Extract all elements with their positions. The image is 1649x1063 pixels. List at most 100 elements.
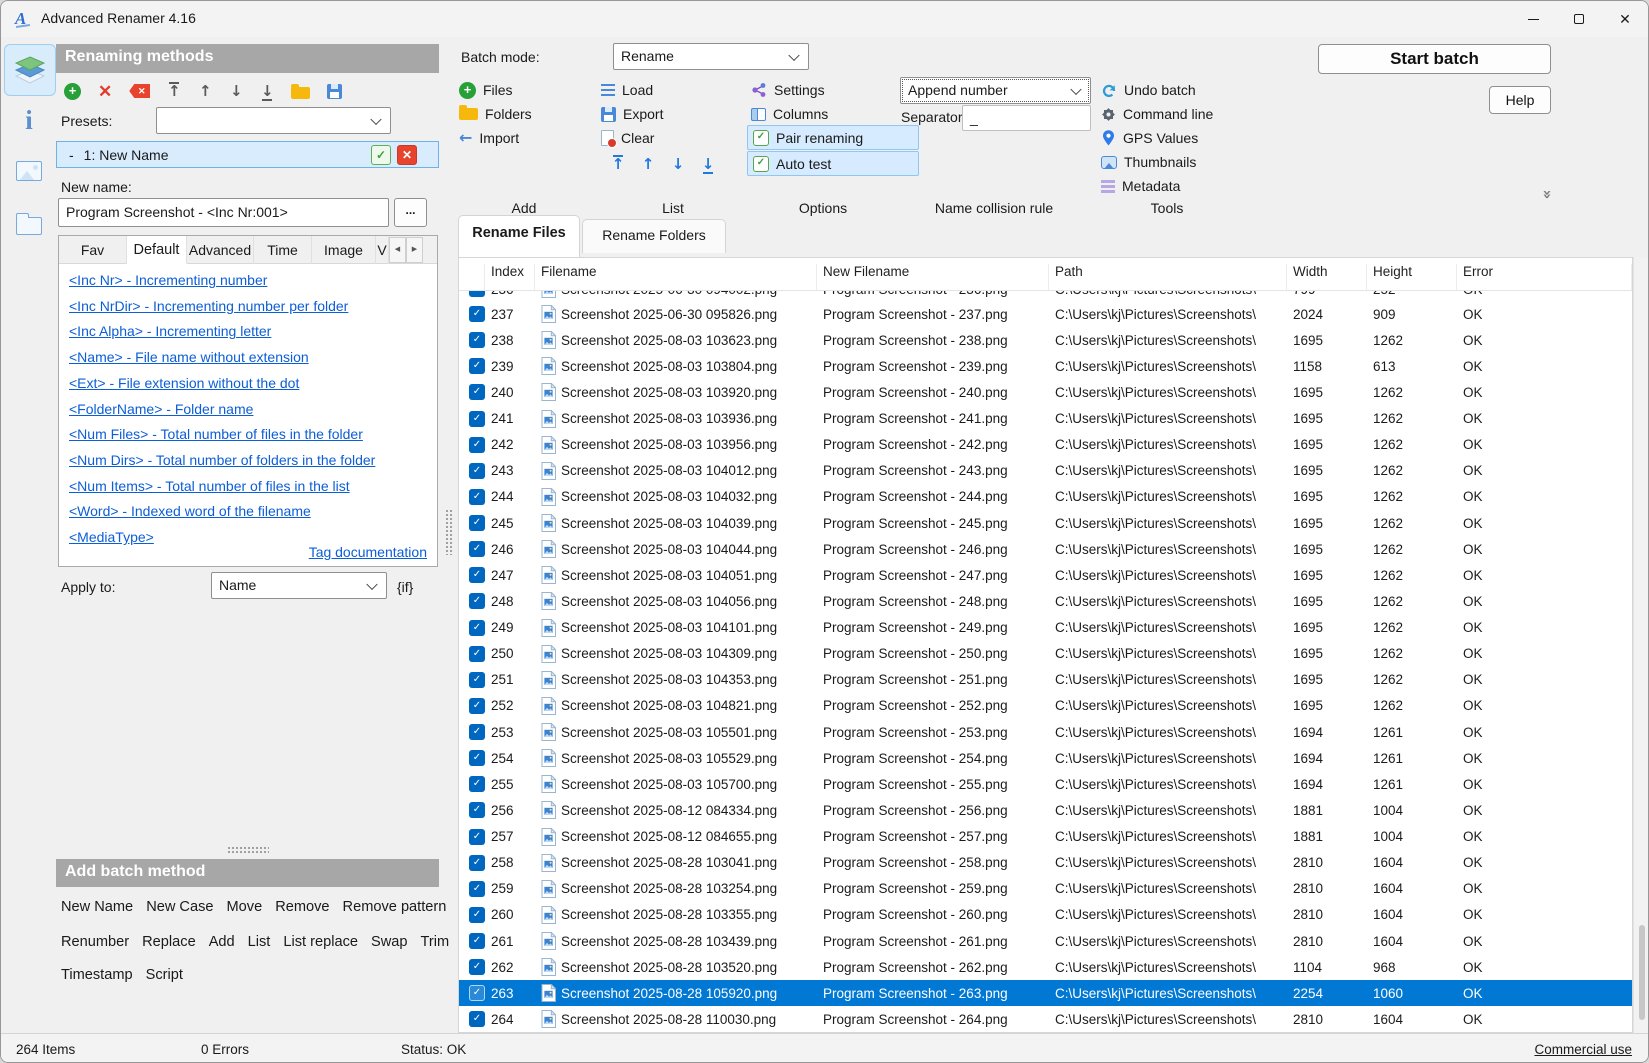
tag-link[interactable]: <Num Files> - Total number of files in t… [69,422,429,448]
table-row[interactable]: ✓264Screenshot 2025-08-28 110030.pngProg… [459,1006,1632,1032]
batch-method-trim[interactable]: Trim [421,934,450,950]
row-checkbox[interactable]: ✓ [469,776,485,792]
table-row[interactable]: ✓243Screenshot 2025-08-03 104012.pngProg… [459,458,1632,484]
batch-method-list[interactable]: List [248,934,271,950]
row-checkbox[interactable]: ✓ [469,437,485,453]
auto-test-toggle[interactable]: ✓Auto test [747,151,919,176]
row-checkbox[interactable]: ✓ [469,802,485,818]
column-header-error[interactable]: Error [1457,264,1632,290]
batch-method-list-replace[interactable]: List replace [283,934,358,950]
row-checkbox[interactable]: ✓ [469,620,485,636]
row-checkbox[interactable]: ✓ [469,541,485,557]
method-collapse-toggle[interactable]: - [69,147,74,163]
column-header-index[interactable]: Index [485,264,535,290]
browse-button[interactable]: ... [394,198,427,227]
column-header-path[interactable]: Path [1049,264,1287,290]
add-folders-button[interactable]: Folders [459,103,532,125]
export-list-button[interactable]: Export [601,103,663,125]
table-row[interactable]: ✓241Screenshot 2025-08-03 103936.pngProg… [459,406,1632,432]
row-checkbox[interactable]: ✓ [469,959,485,975]
method-item-new-name[interactable]: - 1: New Name ✓ ✕ [56,141,439,168]
row-checkbox[interactable]: ✓ [469,306,485,322]
table-row[interactable]: ✓237Screenshot 2025-06-30 095826.pngProg… [459,301,1632,327]
tab-rename-files[interactable]: Rename Files [458,215,580,257]
tag-link[interactable]: <Inc Alpha> - Incrementing letter [69,319,429,345]
batch-method-add[interactable]: Add [209,934,235,950]
presets-combo[interactable] [156,107,391,134]
tag-documentation-link[interactable]: Tag documentation [309,544,427,560]
pair-renaming-toggle[interactable]: ✓Pair renaming [747,125,919,150]
row-checkbox[interactable]: ✓ [469,750,485,766]
tag-tab-fav[interactable]: Fav [59,236,127,264]
load-list-button[interactable]: Load [601,79,653,101]
row-checkbox[interactable]: ✓ [469,463,485,479]
batch-method-script[interactable]: Script [146,967,183,983]
batch-method-move[interactable]: Move [227,899,263,915]
tag-link[interactable]: <FolderName> - Folder name [69,397,429,423]
table-header[interactable]: IndexFilenameNew FilenamePathWidthHeight… [459,258,1632,291]
tag-link[interactable]: <Num Dirs> - Total number of folders in … [69,448,429,474]
batch-method-new-name[interactable]: New Name [61,899,133,915]
command-line-button[interactable]: Command line [1101,103,1213,125]
table-row[interactable]: ✓252Screenshot 2025-08-03 104821.pngProg… [459,693,1632,719]
move-row-up-icon[interactable]: ↑ [641,155,655,174]
new-name-input[interactable]: Program Screenshot - <Inc Nr:001> [58,198,389,227]
column-header-new-filename[interactable]: New Filename [817,264,1049,290]
table-row[interactable]: ✓245Screenshot 2025-08-03 104039.pngProg… [459,510,1632,536]
batch-method-new-case[interactable]: New Case [146,899,213,915]
title-bar[interactable]: A Advanced Renamer 4.16 ✕ [1,1,1648,37]
table-row[interactable]: ✓262Screenshot 2025-08-28 103520.pngProg… [459,954,1632,980]
import-button[interactable]: ←Import [459,127,519,149]
batch-method-remove-pattern[interactable]: Remove pattern [343,899,447,915]
move-row-bottom-icon[interactable]: ↓ [701,155,715,174]
collapse-toolbar-icon[interactable]: » [1539,190,1554,200]
tag-link[interactable]: <Inc NrDir> - Incrementing number per fo… [69,294,429,320]
column-header-filename[interactable]: Filename [535,264,817,290]
clear-list-button[interactable]: Clear [601,127,654,149]
table-row[interactable]: ✓248Screenshot 2025-08-03 104056.pngProg… [459,588,1632,614]
row-checkbox[interactable]: ✓ [469,933,485,949]
columns-button[interactable]: Columns [751,103,828,125]
thumbnails-button[interactable]: Thumbnails [1101,151,1196,173]
table-row[interactable]: ✓258Screenshot 2025-08-28 103041.pngProg… [459,850,1632,876]
move-method-bottom-icon[interactable]: ↓ [260,82,274,101]
sidebar-item-info[interactable]: i [1,107,57,134]
table-row[interactable]: ✓249Screenshot 2025-08-03 104101.pngProg… [459,615,1632,641]
batch-method-timestamp[interactable]: Timestamp [61,967,133,983]
row-checkbox[interactable]: ✓ [469,332,485,348]
table-row[interactable]: ✓247Screenshot 2025-08-03 104051.pngProg… [459,562,1632,588]
row-checkbox[interactable]: ✓ [469,646,485,662]
delete-method-icon[interactable]: ✕ [98,83,112,100]
row-checkbox[interactable]: ✓ [469,515,485,531]
tag-tab-time[interactable]: Time [254,236,312,264]
separator-input[interactable]: _ [962,105,1091,131]
row-checkbox[interactable]: ✓ [469,1011,485,1027]
gps-values-button[interactable]: GPS Values [1101,127,1198,149]
sidebar-item-folders[interactable] [1,217,57,235]
row-checkbox[interactable]: ✓ [469,855,485,871]
tab-scroll-right-icon[interactable]: ▶ [406,237,423,263]
row-checkbox[interactable]: ✓ [469,489,485,505]
save-preset-icon[interactable] [327,84,342,99]
settings-button[interactable]: Settings [751,79,825,101]
table-row[interactable]: ✓257Screenshot 2025-08-12 084655.pngProg… [459,824,1632,850]
batch-method-replace[interactable]: Replace [142,934,196,950]
table-row[interactable]: ✓246Screenshot 2025-08-03 104044.pngProg… [459,536,1632,562]
sidebar-item-images[interactable] [1,161,57,181]
apply-to-combo[interactable]: Name [211,572,387,599]
tab-rename-folders[interactable]: Rename Folders [582,219,726,253]
row-checkbox[interactable]: ✓ [469,384,485,400]
move-row-top-icon[interactable]: ↑ [611,155,625,174]
table-row[interactable]: ✓236Screenshot 2025-06-30 094002.pngProg… [459,291,1632,301]
table-row[interactable]: ✓242Screenshot 2025-08-03 103956.pngProg… [459,432,1632,458]
batch-method-swap[interactable]: Swap [371,934,408,950]
column-header-width[interactable]: Width [1287,264,1367,290]
table-row[interactable]: ✓238Screenshot 2025-08-03 103623.pngProg… [459,327,1632,353]
vertical-scrollbar[interactable] [1633,257,1649,1033]
pair-renaming-checkbox[interactable]: ✓ [753,130,769,146]
row-checkbox[interactable]: ✓ [469,907,485,923]
horizontal-splitter-grip[interactable] [227,846,269,854]
row-checkbox[interactable]: ✓ [469,724,485,740]
collision-rule-combo[interactable]: Append number [900,77,1091,104]
close-button[interactable]: ✕ [1602,1,1648,37]
